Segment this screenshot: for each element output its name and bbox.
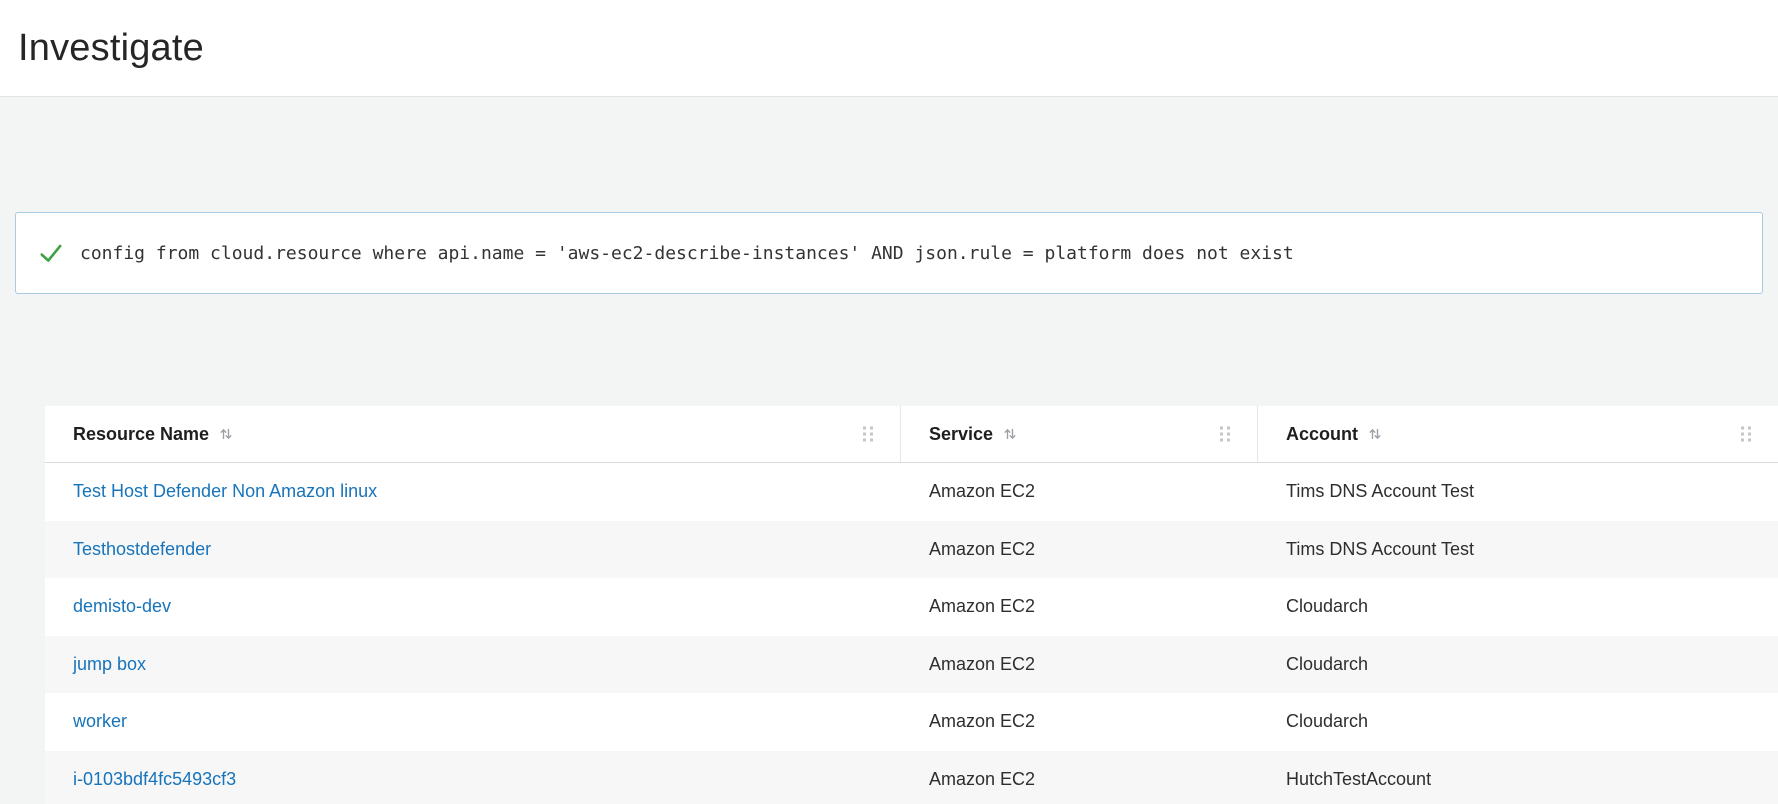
resource-name-link[interactable]: worker: [73, 711, 127, 732]
resource-name-link[interactable]: Testhostdefender: [73, 539, 211, 560]
check-icon: [38, 240, 64, 266]
service-cell: Amazon EC2: [901, 521, 1258, 579]
service-cell: Amazon EC2: [901, 578, 1258, 636]
service-cell: Amazon EC2: [901, 636, 1258, 694]
resource-name-link[interactable]: jump box: [73, 654, 146, 675]
account-cell: HutchTestAccount: [1258, 751, 1778, 804]
resource-name-cell: worker: [45, 693, 901, 751]
sort-arrows-icon[interactable]: [1003, 427, 1017, 441]
account-cell: Tims DNS Account Test: [1258, 521, 1778, 579]
page-header: Investigate: [0, 0, 1778, 97]
column-header-service[interactable]: Service: [901, 406, 1258, 462]
resource-name-link[interactable]: Test Host Defender Non Amazon linux: [73, 481, 377, 502]
resource-name-cell: jump box: [45, 636, 901, 694]
table-body: Test Host Defender Non Amazon linux Amaz…: [45, 463, 1778, 804]
table-row: demisto-dev Amazon EC2 Cloudarch: [45, 578, 1778, 636]
rql-query-input[interactable]: config from cloud.resource where api.nam…: [15, 212, 1763, 294]
account-cell: Cloudarch: [1258, 578, 1778, 636]
drag-handle-icon[interactable]: [1741, 427, 1752, 442]
sort-arrows-icon[interactable]: [219, 427, 233, 441]
drag-handle-icon[interactable]: [1220, 427, 1231, 442]
query-text: config from cloud.resource where api.nam…: [80, 243, 1294, 264]
account-cell: Cloudarch: [1258, 693, 1778, 751]
table-row: jump box Amazon EC2 Cloudarch: [45, 636, 1778, 694]
table-header-row: Resource Name: [45, 406, 1778, 463]
resource-name-link[interactable]: demisto-dev: [73, 596, 171, 617]
table-row: Test Host Defender Non Amazon linux Amaz…: [45, 463, 1778, 521]
table-row: worker Amazon EC2 Cloudarch: [45, 693, 1778, 751]
resource-name-cell: i-0103bdf4fc5493cf3: [45, 751, 901, 804]
column-label: Service: [929, 424, 993, 445]
service-cell: Amazon EC2: [901, 693, 1258, 751]
page-title: Investigate: [18, 27, 204, 70]
column-label: Resource Name: [73, 424, 209, 445]
resource-name-cell: Test Host Defender Non Amazon linux: [45, 463, 901, 521]
table-row: Testhostdefender Amazon EC2 Tims DNS Acc…: [45, 521, 1778, 579]
drag-handle-icon[interactable]: [863, 427, 874, 442]
column-header-account[interactable]: Account: [1258, 406, 1778, 462]
resource-name-cell: demisto-dev: [45, 578, 901, 636]
resource-name-cell: Testhostdefender: [45, 521, 901, 579]
resource-name-link[interactable]: i-0103bdf4fc5493cf3: [73, 769, 236, 790]
column-label: Account: [1286, 424, 1358, 445]
sort-arrows-icon[interactable]: [1368, 427, 1382, 441]
results-table: Resource Name: [45, 406, 1778, 804]
account-cell: Cloudarch: [1258, 636, 1778, 694]
account-cell: Tims DNS Account Test: [1258, 463, 1778, 521]
table-row: i-0103bdf4fc5493cf3 Amazon EC2 HutchTest…: [45, 751, 1778, 804]
column-header-resource-name[interactable]: Resource Name: [45, 406, 901, 462]
service-cell: Amazon EC2: [901, 463, 1258, 521]
service-cell: Amazon EC2: [901, 751, 1258, 804]
